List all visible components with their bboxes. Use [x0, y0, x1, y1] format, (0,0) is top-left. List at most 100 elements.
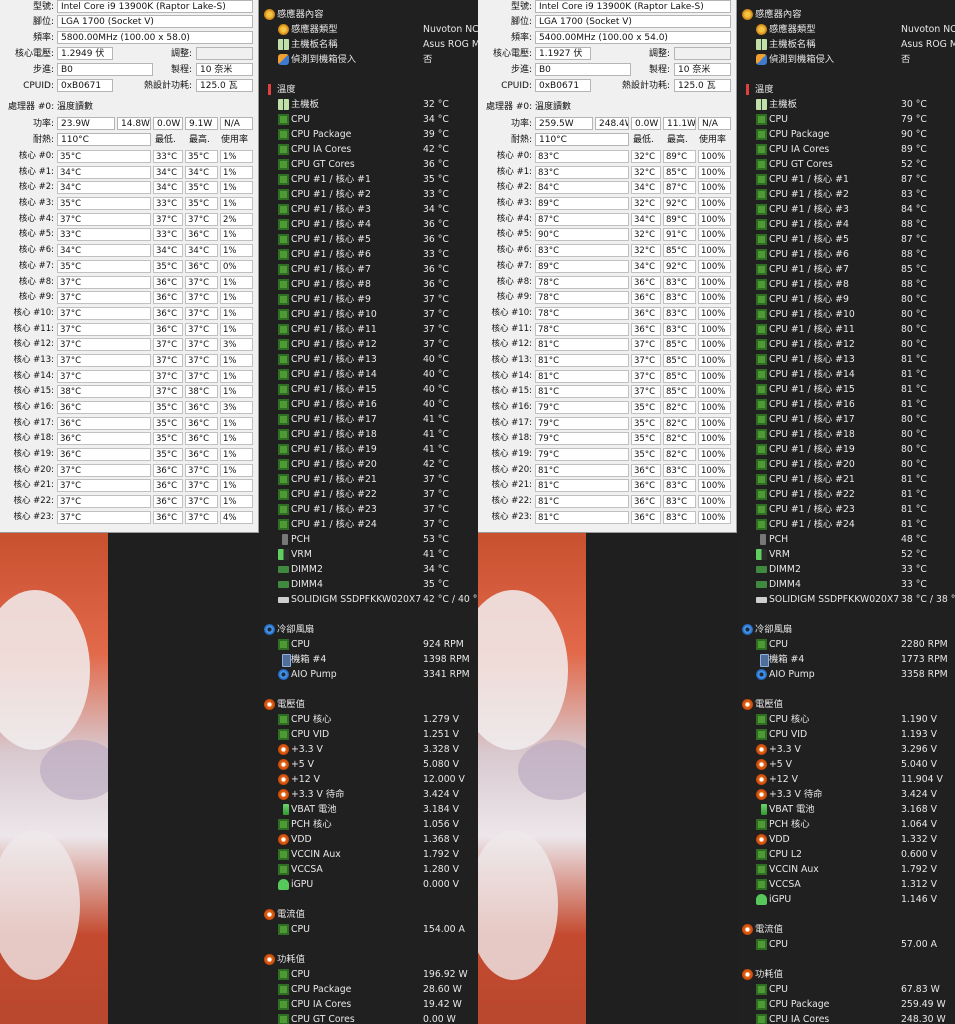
sensor-row[interactable]: CPU #1 / 核心 #1 87 °C	[738, 172, 955, 187]
sensor-row[interactable]: PCH 核心 1.064 V	[738, 817, 955, 832]
sensor-row[interactable]: VDD 1.332 V	[738, 832, 955, 847]
sensor-row[interactable]: +12 V 12.000 V	[260, 772, 478, 787]
sensor-row[interactable]: CPU #1 / 核心 #21 37 °C	[260, 472, 478, 487]
sensor-row[interactable]: CPU L2 0.600 V	[738, 847, 955, 862]
sensor-row[interactable]: CPU #1 / 核心 #16 40 °C	[260, 397, 478, 412]
sensor-row[interactable]: CPU GT Cores 36 °C	[260, 157, 478, 172]
sensor-row[interactable]: VRM 52 °C	[738, 547, 955, 562]
sensor-row[interactable]: CPU #1 / 核心 #6 88 °C	[738, 247, 955, 262]
sensor-row[interactable]: PCH 核心 1.056 V	[260, 817, 478, 832]
sensor-row[interactable]: VCCIN Aux 1.792 V	[738, 862, 955, 877]
sensor-row[interactable]: CPU #1 / 核心 #15 40 °C	[260, 382, 478, 397]
sensor-row[interactable]: CPU VID 1.251 V	[260, 727, 478, 742]
sensor-row[interactable]: CPU IA Cores 19.42 W	[260, 997, 478, 1012]
sensor-row[interactable]: AIO Pump 3341 RPM	[260, 667, 478, 682]
sensor-row[interactable]: 偵測到機箱侵入 否	[260, 52, 478, 67]
sensor-row[interactable]: CPU #1 / 核心 #9 37 °C	[260, 292, 478, 307]
sensor-row[interactable]: 主機板 32 °C	[260, 97, 478, 112]
sensor-row[interactable]: DIMM4 35 °C	[260, 577, 478, 592]
sensor-row[interactable]: CPU #1 / 核心 #17 41 °C	[260, 412, 478, 427]
sensor-row[interactable]: +3.3 V 待命 3.424 V	[260, 787, 478, 802]
sensor-group-header[interactable]: 功耗值	[260, 952, 478, 967]
sensor-group-header[interactable]: 功耗值	[738, 967, 955, 982]
sensor-row[interactable]: CPU GT Cores 0.00 W	[260, 1012, 478, 1024]
sensor-row[interactable]: 偵測到機箱侵入 否	[738, 52, 955, 67]
sensor-row[interactable]: VBAT 電池 3.168 V	[738, 802, 955, 817]
sensor-row[interactable]: CPU #1 / 核心 #12 80 °C	[738, 337, 955, 352]
sensor-row[interactable]: +3.3 V 3.328 V	[260, 742, 478, 757]
sensor-row[interactable]: CPU #1 / 核心 #18 41 °C	[260, 427, 478, 442]
sensor-row[interactable]: iGPU 0.000 V	[260, 877, 478, 892]
sensor-row[interactable]: VCCIN Aux 1.792 V	[260, 847, 478, 862]
sensor-row[interactable]: VCCSA 1.280 V	[260, 862, 478, 877]
sensor-row[interactable]: VRM 41 °C	[260, 547, 478, 562]
sensor-group-header[interactable]: 電流值	[260, 907, 478, 922]
sensor-row[interactable]: CPU #1 / 核心 #11 37 °C	[260, 322, 478, 337]
sensor-row[interactable]: CPU 67.83 W	[738, 982, 955, 997]
sensor-row[interactable]: 感應器類型 Nuvoton NCT	[738, 22, 955, 37]
sensor-row[interactable]: CPU VID 1.193 V	[738, 727, 955, 742]
sensor-row[interactable]: CPU #1 / 核心 #15 81 °C	[738, 382, 955, 397]
sensor-group-header[interactable]: 感應器內容	[260, 7, 478, 22]
sensor-row[interactable]: AIO Pump 3358 RPM	[738, 667, 955, 682]
sensor-row[interactable]: 感應器類型 Nuvoton NCT	[260, 22, 478, 37]
sensor-row[interactable]: +3.3 V 待命 3.424 V	[738, 787, 955, 802]
sensor-row[interactable]: CPU Package 39 °C	[260, 127, 478, 142]
sensor-row[interactable]: CPU Package 259.49 W	[738, 997, 955, 1012]
sensor-row[interactable]: CPU #1 / 核心 #9 80 °C	[738, 292, 955, 307]
sensor-row[interactable]: CPU #1 / 核心 #1 35 °C	[260, 172, 478, 187]
sensor-row[interactable]: CPU #1 / 核心 #19 41 °C	[260, 442, 478, 457]
sensor-row[interactable]: CPU #1 / 核心 #23 37 °C	[260, 502, 478, 517]
sensor-row[interactable]: 機箱 #4 1773 RPM	[738, 652, 955, 667]
sensor-row[interactable]: CPU #1 / 核心 #23 81 °C	[738, 502, 955, 517]
sensor-row[interactable]: CPU GT Cores 52 °C	[738, 157, 955, 172]
sensor-group-header[interactable]: 溫度	[738, 82, 955, 97]
sensor-row[interactable]: CPU 57.00 A	[738, 937, 955, 952]
sensor-row[interactable]: CPU 核心 1.279 V	[260, 712, 478, 727]
sensor-row[interactable]: CPU #1 / 核心 #8 36 °C	[260, 277, 478, 292]
sensor-row[interactable]: CPU IA Cores 42 °C	[260, 142, 478, 157]
sensor-row[interactable]: SOLIDIGM SSDPFKKW020X7 42 °C / 40 °C	[260, 592, 478, 607]
sensor-row[interactable]: CPU Package 90 °C	[738, 127, 955, 142]
sensor-row[interactable]: CPU #1 / 核心 #19 80 °C	[738, 442, 955, 457]
sensor-row[interactable]: DIMM2 33 °C	[738, 562, 955, 577]
sensor-group-header[interactable]: 電流值	[738, 922, 955, 937]
sensor-row[interactable]: DIMM2 34 °C	[260, 562, 478, 577]
sensor-row[interactable]: SOLIDIGM SSDPFKKW020X738 °C / 38 °C	[738, 592, 955, 607]
sensor-row[interactable]: CPU #1 / 核心 #18 80 °C	[738, 427, 955, 442]
sensor-row[interactable]: CPU Package 28.60 W	[260, 982, 478, 997]
sensor-row[interactable]: CPU #1 / 核心 #24 81 °C	[738, 517, 955, 532]
sensor-row[interactable]: CPU #1 / 核心 #5 87 °C	[738, 232, 955, 247]
sensor-row[interactable]: 機箱 #4 1398 RPM	[260, 652, 478, 667]
sensor-row[interactable]: CPU #1 / 核心 #22 37 °C	[260, 487, 478, 502]
sensor-row[interactable]: 主機板名稱 Asus ROG Ma	[260, 37, 478, 52]
sensor-row[interactable]: CPU #1 / 核心 #3 34 °C	[260, 202, 478, 217]
sensor-row[interactable]: CPU #1 / 核心 #13 81 °C	[738, 352, 955, 367]
sensor-row[interactable]: CPU #1 / 核心 #10 37 °C	[260, 307, 478, 322]
sensor-row[interactable]: CPU 79 °C	[738, 112, 955, 127]
sensor-row[interactable]: CPU #1 / 核心 #17 80 °C	[738, 412, 955, 427]
sensor-row[interactable]: 主機板 30 °C	[738, 97, 955, 112]
sensor-row[interactable]: +12 V 11.904 V	[738, 772, 955, 787]
sensor-group-header[interactable]: 冷卻風扇	[260, 622, 478, 637]
sensor-row[interactable]: CPU 924 RPM	[260, 637, 478, 652]
sensor-row[interactable]: CPU #1 / 核心 #2 33 °C	[260, 187, 478, 202]
sensor-row[interactable]: 主機板名稱 Asus ROG Ma	[738, 37, 955, 52]
sensor-row[interactable]: CPU #1 / 核心 #6 33 °C	[260, 247, 478, 262]
sensor-row[interactable]: CPU 196.92 W	[260, 967, 478, 982]
sensor-row[interactable]: +5 V 5.080 V	[260, 757, 478, 772]
sensor-row[interactable]: CPU 154.00 A	[260, 922, 478, 937]
sensor-row[interactable]: CPU 34 °C	[260, 112, 478, 127]
sensor-row[interactable]: CPU #1 / 核心 #11 80 °C	[738, 322, 955, 337]
sensor-row[interactable]: CPU 2280 RPM	[738, 637, 955, 652]
sensor-group-header[interactable]: 電壓值	[738, 697, 955, 712]
sensor-row[interactable]: CPU #1 / 核心 #20 80 °C	[738, 457, 955, 472]
sensor-row[interactable]: CPU #1 / 核心 #7 36 °C	[260, 262, 478, 277]
sensor-row[interactable]: CPU #1 / 核心 #20 42 °C	[260, 457, 478, 472]
sensor-row[interactable]: +5 V 5.040 V	[738, 757, 955, 772]
sensor-row[interactable]: CPU #1 / 核心 #16 81 °C	[738, 397, 955, 412]
sensor-group-header[interactable]: 感應器內容	[738, 7, 955, 22]
sensor-row[interactable]: PCH 53 °C	[260, 532, 478, 547]
sensor-row[interactable]: CPU #1 / 核心 #24 37 °C	[260, 517, 478, 532]
sensor-row[interactable]: CPU #1 / 核心 #10 80 °C	[738, 307, 955, 322]
